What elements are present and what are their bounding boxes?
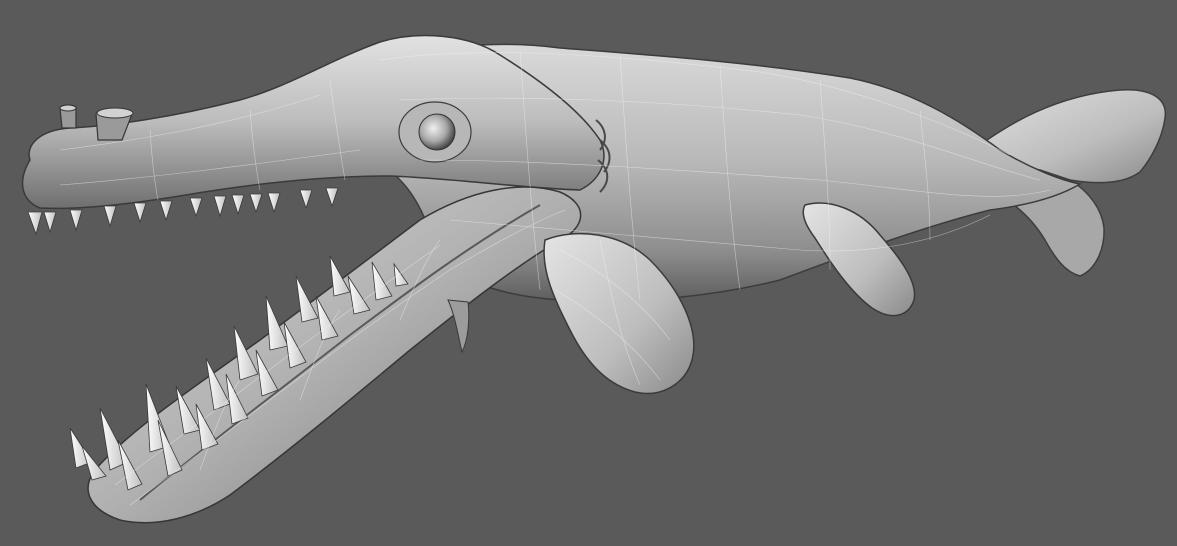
3d-viewport[interactable] xyxy=(0,0,1177,546)
model-render xyxy=(21,34,1166,524)
ventral-fin xyxy=(447,299,470,354)
eye xyxy=(398,101,472,163)
